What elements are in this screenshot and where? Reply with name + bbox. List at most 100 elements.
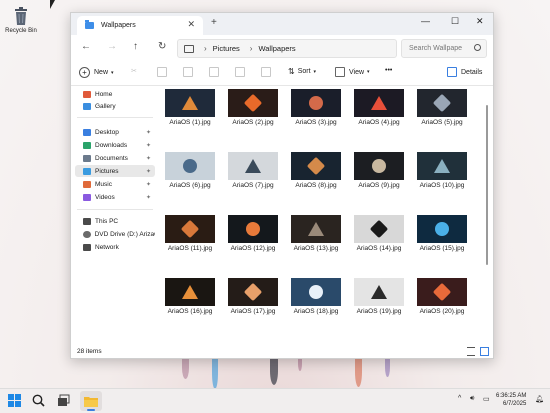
file-item[interactable]: AriaOS (13).jpg	[287, 215, 345, 252]
thumbnail-subject	[243, 93, 263, 113]
image-thumbnail	[417, 278, 467, 306]
vertical-scrollbar[interactable]	[484, 87, 490, 345]
sidebar-item-network[interactable]: Network	[75, 241, 155, 253]
sidebar-item-music[interactable]: Music ✦	[75, 178, 155, 190]
thumbnail-subject	[243, 282, 263, 302]
file-item[interactable]: AriaOS (6).jpg	[161, 152, 219, 189]
wallpaper-drip	[355, 357, 362, 387]
image-thumbnail	[291, 89, 341, 117]
address-bar[interactable]: › Pictures › Wallpapers	[177, 39, 397, 58]
thumbnail-subject	[432, 93, 452, 113]
sidebar-item-downloads[interactable]: Downloads ✦	[75, 139, 155, 151]
file-name: AriaOS (1).jpg	[169, 119, 211, 126]
details-button[interactable]: Details	[447, 67, 482, 77]
file-item[interactable]: AriaOS (14).jpg	[350, 215, 408, 252]
minimize-button[interactable]: —	[421, 16, 430, 26]
breadcrumb-pictures[interactable]: Pictures	[213, 44, 240, 53]
file-item[interactable]: AriaOS (4).jpg	[350, 89, 408, 126]
thumbnail-subject	[308, 222, 324, 236]
sidebar-item-home[interactable]: Home	[75, 88, 155, 100]
sidebar-item-label: This PC	[95, 217, 119, 225]
image-thumbnail	[417, 152, 467, 180]
image-thumbnail	[354, 152, 404, 180]
file-name: AriaOS (19).jpg	[356, 308, 402, 315]
file-item[interactable]: AriaOS (12).jpg	[224, 215, 282, 252]
scissors-icon: ✂	[131, 68, 137, 75]
tab-wallpapers[interactable]: Wallpapers ✕	[77, 16, 203, 35]
file-item[interactable]: AriaOS (8).jpg	[287, 152, 345, 189]
sidebar-item-gallery[interactable]: Gallery	[75, 100, 155, 112]
file-item[interactable]: AriaOS (17).jpg	[224, 278, 282, 315]
paste-button[interactable]	[183, 67, 193, 77]
forward-button[interactable]: →	[107, 41, 117, 52]
file-item[interactable]: AriaOS (5).jpg	[413, 89, 471, 126]
file-item[interactable]: AriaOS (10).jpg	[413, 152, 471, 189]
tiles-view-icon[interactable]	[480, 347, 489, 356]
share-icon	[235, 67, 245, 77]
tab-title: Wallpapers	[101, 22, 136, 29]
clock[interactable]: 6:36:25 AM 6/7/2025	[496, 392, 526, 408]
sidebar-item-documents[interactable]: Documents ✦	[75, 152, 155, 164]
sidebar-item-this-pc[interactable]: This PC	[75, 215, 155, 227]
sidebar-divider	[77, 117, 153, 118]
file-item[interactable]: AriaOS (16).jpg	[161, 278, 219, 315]
up-button[interactable]: ↑	[133, 41, 138, 52]
share-button[interactable]	[235, 67, 245, 77]
home-icon	[83, 90, 91, 98]
sidebar-item-videos[interactable]: Videos ✦	[75, 191, 155, 203]
computer-icon	[83, 217, 91, 225]
task-view-button[interactable]	[57, 394, 70, 409]
sidebar-item-label: Music	[95, 180, 112, 188]
back-button[interactable]: ←	[81, 41, 91, 52]
image-thumbnail	[354, 215, 404, 243]
sidebar-item-pictures[interactable]: Pictures ✦	[75, 165, 155, 177]
search-input[interactable]: Search Wallpape	[401, 39, 487, 58]
search-button[interactable]	[32, 394, 45, 409]
close-button[interactable]: ✕	[476, 16, 484, 27]
file-item[interactable]: AriaOS (2).jpg	[224, 89, 282, 126]
new-button[interactable]: + New ▾	[79, 67, 114, 78]
folder-icon	[84, 397, 98, 407]
thumbnail-subject	[180, 219, 200, 239]
tray-overflow-chevron[interactable]: ^	[458, 395, 461, 402]
file-item[interactable]: AriaOS (15).jpg	[413, 215, 471, 252]
file-item[interactable]: AriaOS (19).jpg	[350, 278, 408, 315]
network-tray-icon[interactable]: ▭	[483, 395, 490, 403]
cut-button[interactable]: ✂	[131, 67, 137, 75]
file-item[interactable]: AriaOS (9).jpg	[350, 152, 408, 189]
volume-icon[interactable]: 🔊︎	[470, 395, 474, 403]
more-options-button[interactable]: •••	[385, 67, 392, 74]
notification-bell-icon[interactable]: 🔔︎	[535, 395, 544, 403]
delete-button[interactable]	[261, 67, 271, 77]
file-item[interactable]: AriaOS (11).jpg	[161, 215, 219, 252]
start-button[interactable]	[8, 394, 21, 409]
chevron-down-icon: ▾	[313, 68, 317, 75]
thumbnail-subject	[245, 159, 261, 173]
sidebar-item-desktop[interactable]: Desktop ✦	[75, 126, 155, 138]
file-item[interactable]: AriaOS (3).jpg	[287, 89, 345, 126]
file-item[interactable]: AriaOS (7).jpg	[224, 152, 282, 189]
recycle-bin[interactable]: Recycle Bin	[3, 6, 39, 34]
tab-close-button[interactable]: ✕	[187, 19, 195, 30]
rename-button[interactable]	[209, 67, 219, 77]
refresh-button[interactable]: ↻	[158, 41, 166, 52]
file-item[interactable]: AriaOS (1).jpg	[161, 89, 219, 126]
view-button[interactable]: View ▾	[335, 67, 370, 77]
scrollbar-thumb[interactable]	[486, 105, 488, 265]
item-count: 28 items	[77, 348, 102, 355]
pin-icon: ✦	[145, 129, 151, 136]
sort-button[interactable]: ⇅ Sort ▾	[288, 67, 316, 76]
new-tab-button[interactable]: +	[211, 17, 217, 28]
details-view-icon[interactable]	[467, 347, 475, 356]
file-item[interactable]: AriaOS (20).jpg	[413, 278, 471, 315]
file-item[interactable]: AriaOS (18).jpg	[287, 278, 345, 315]
sidebar-item-label: Home	[95, 90, 113, 98]
breadcrumb-wallpapers[interactable]: Wallpapers	[258, 44, 295, 53]
copy-button[interactable]	[157, 67, 167, 77]
thumbnail-subject	[309, 96, 323, 110]
taskbar-file-explorer[interactable]	[80, 391, 102, 411]
image-thumbnail	[228, 215, 278, 243]
thumbnail-subject	[371, 285, 387, 299]
maximize-button[interactable]: ☐	[451, 16, 459, 27]
sidebar-item-dvd-drive[interactable]: DVD Drive (D:) ArizaOS	[75, 228, 155, 240]
